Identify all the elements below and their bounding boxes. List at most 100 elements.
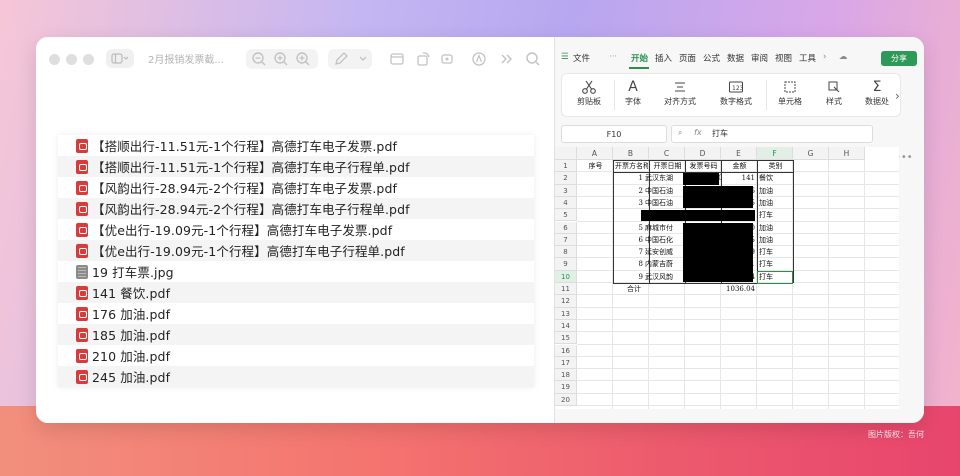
file-row[interactable]: 【搭顺出行-11.51元-1个行程】高德打车电子发票.pdf — [58, 135, 534, 156]
header-cell[interactable]: 序号 — [579, 161, 612, 172]
column-header[interactable]: B — [613, 147, 649, 160]
zoom-in-icon[interactable] — [272, 50, 290, 68]
file-row[interactable]: 141 餐饮.pdf — [58, 282, 534, 303]
formula-input[interactable]: ⌕ fx 打车 — [671, 125, 873, 143]
file-row[interactable]: 176 加油.pdf — [58, 303, 534, 324]
tab-tools[interactable]: 工具 — [799, 52, 816, 64]
row-header[interactable]: 5 — [555, 209, 577, 222]
row-header[interactable]: 13 — [555, 307, 577, 320]
column-header[interactable]: G — [793, 147, 829, 160]
column-header[interactable]: A — [577, 147, 613, 160]
markup-icon[interactable] — [470, 50, 488, 68]
cell-vendor[interactable]: 中国石油 — [645, 186, 681, 197]
cells-group[interactable]: 单元格 — [772, 78, 808, 107]
menu-file[interactable]: 文件 — [573, 52, 590, 64]
row-header[interactable]: 2 — [555, 172, 577, 185]
cell-vendor[interactable]: 麻城市付 — [645, 223, 681, 234]
cell-vendor[interactable]: 内蒙吉蔚 — [645, 259, 681, 270]
header-cell[interactable]: 开票日期 — [651, 161, 684, 172]
sidebar-toggle-button[interactable] — [106, 49, 134, 68]
cell-category[interactable]: 加油 — [759, 186, 791, 197]
file-row[interactable]: 185 加油.pdf — [58, 324, 534, 345]
column-header[interactable]: C — [649, 147, 685, 160]
row-header[interactable]: 8 — [555, 246, 577, 259]
cell-index[interactable]: 2 — [613, 186, 643, 197]
tab-insert[interactable]: 插入 — [655, 52, 672, 64]
more-icon[interactable]: ··· — [609, 52, 617, 62]
file-row[interactable]: 【优e出行-19.09元-1个行程】高德打车电子行程单.pdf — [58, 240, 534, 261]
number-format-group[interactable]: 123 数字格式 — [714, 78, 758, 107]
chevron-right-icon[interactable]: › — [823, 52, 826, 62]
row-header[interactable]: 6 — [555, 221, 577, 234]
pen-icon[interactable] — [332, 50, 350, 68]
tab-page[interactable]: 页面 — [679, 52, 696, 64]
ribbon-scroll-icon[interactable]: › — [895, 89, 900, 103]
zoom-out-icon[interactable] — [250, 50, 268, 68]
header-cell[interactable]: 开票方名称 — [615, 161, 648, 172]
row-header[interactable]: 7 — [555, 233, 577, 247]
cell-grid[interactable]: A B C D E F G H 1 2 3 4 5 6 7 8 9 10 11 12 13 14 15 16 17 18 19 20 序… — [555, 147, 899, 409]
cell-vendor[interactable]: 武汉风韵 — [645, 272, 681, 283]
window-icon[interactable] — [388, 50, 406, 68]
close-window-button[interactable] — [49, 54, 60, 65]
row-header[interactable]: 9 — [555, 258, 577, 271]
file-row[interactable]: 【优e出行-19.09元-1个行程】高德打车电子发票.pdf — [58, 219, 534, 240]
column-header[interactable]: F — [757, 147, 793, 160]
cell-category[interactable]: 加油 — [759, 198, 791, 209]
cell-index[interactable]: 1 — [613, 173, 643, 184]
row-header[interactable]: 20 — [555, 393, 577, 406]
tab-formula[interactable]: 公式 — [703, 52, 720, 64]
file-row[interactable]: 245 加油.pdf — [58, 366, 534, 387]
cell-index[interactable]: 6 — [613, 235, 643, 246]
file-row[interactable]: 【风韵出行-28.94元-2个行程】高德打车电子发票.pdf — [58, 177, 534, 198]
selected-cell[interactable] — [757, 270, 793, 284]
cell-vendor[interactable]: 中国石油 — [645, 198, 681, 209]
cell-index[interactable]: 3 — [613, 198, 643, 209]
cell-index[interactable]: 7 — [613, 247, 643, 258]
name-box[interactable]: F10 — [561, 125, 667, 143]
row-header[interactable]: 18 — [555, 369, 577, 382]
header-cell[interactable]: 金额 — [723, 161, 756, 172]
more-chevron-icon[interactable] — [498, 50, 516, 68]
row-header[interactable]: 1 — [555, 160, 577, 173]
column-header[interactable]: E — [721, 147, 757, 160]
clipboard-group[interactable]: 剪贴板 — [568, 78, 610, 107]
zoom-window-button[interactable] — [83, 54, 94, 65]
column-header[interactable]: H — [829, 147, 865, 160]
row-header[interactable]: 12 — [555, 295, 577, 308]
cell-category[interactable]: 打车 — [759, 247, 791, 258]
column-header[interactable]: D — [685, 147, 721, 160]
zoom-fit-icon[interactable] — [294, 50, 312, 68]
cloud-upload-icon[interactable]: ☁ — [839, 52, 848, 62]
tab-view[interactable]: 视图 — [775, 52, 792, 64]
alignment-group[interactable]: 对齐方式 — [658, 78, 702, 107]
file-row[interactable]: 210 加油.pdf — [58, 345, 534, 366]
row-header[interactable]: 4 — [555, 196, 577, 210]
file-row[interactable]: 【搭顺出行-11.51元-1个行程】高德打车电子行程单.pdf — [58, 156, 534, 177]
file-row[interactable]: 【风韵出行-28.94元-2个行程】高德打车电子行程单.pdf — [58, 198, 534, 219]
data-group[interactable]: Σ 数据处 — [860, 78, 894, 107]
cell-category[interactable]: 加油 — [759, 223, 791, 234]
header-cell[interactable]: 类别 — [759, 161, 792, 172]
row-header[interactable]: 16 — [555, 344, 577, 357]
header-cell[interactable]: 发票号码 — [687, 161, 720, 172]
cell-vendor[interactable]: 中国石化 — [645, 235, 681, 246]
cell-category[interactable]: 打车 — [759, 259, 791, 270]
chevron-down-icon[interactable] — [354, 50, 372, 68]
row-header[interactable]: 19 — [555, 381, 577, 394]
tab-home[interactable]: 开始 — [631, 52, 648, 64]
font-group[interactable]: A 字体 — [618, 78, 648, 107]
cell-category[interactable]: 餐饮 — [759, 173, 791, 184]
row-header[interactable]: 14 — [555, 319, 577, 333]
cell-index[interactable]: 5 — [613, 223, 643, 234]
menu-icon[interactable]: ☰ — [561, 52, 569, 62]
tab-review[interactable]: 审阅 — [751, 52, 768, 64]
cell-index[interactable]: 9 — [613, 272, 643, 283]
share-button[interactable]: 分享 — [881, 51, 917, 66]
rotate-icon[interactable] — [414, 50, 432, 68]
cell-index[interactable]: 8 — [613, 259, 643, 270]
minimize-window-button[interactable] — [66, 54, 77, 65]
cell-vendor[interactable]: 武汉东湖 — [645, 173, 681, 184]
row-header[interactable]: 15 — [555, 332, 577, 345]
cell-category[interactable]: 加油 — [759, 235, 791, 246]
